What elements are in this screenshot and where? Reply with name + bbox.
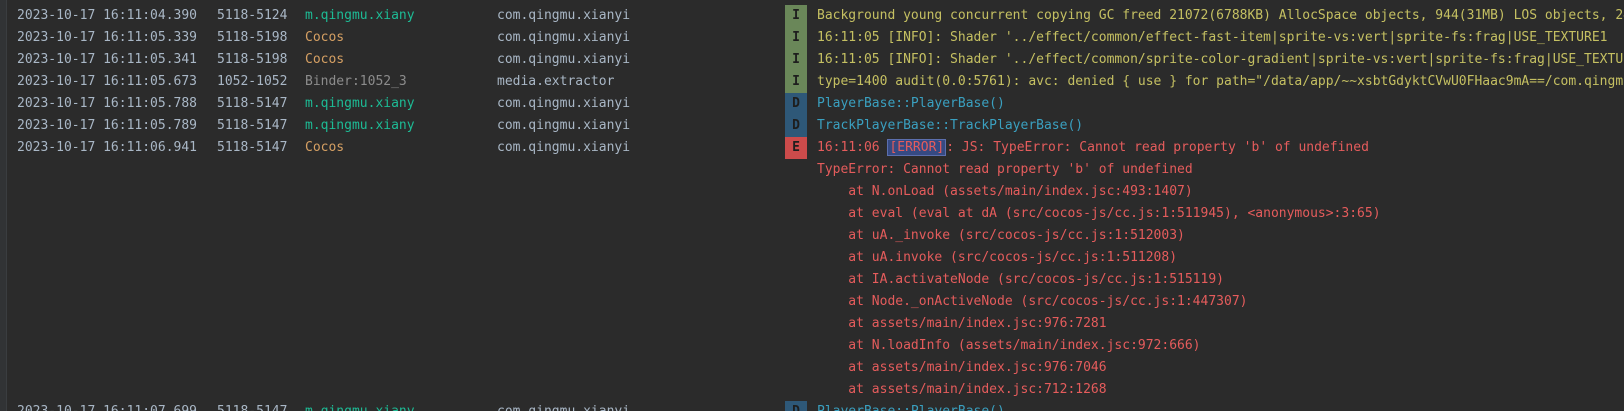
log-tag: Cocos bbox=[305, 30, 345, 45]
log-pid-tid: 1052-1052 bbox=[217, 74, 288, 89]
log-pid-tid: 5118-5147 bbox=[217, 96, 288, 111]
log-message: PlayerBase::PlayerBase() bbox=[817, 96, 1005, 111]
log-row[interactable]: 2023-10-17 16:11:05.789 5118-5147 m.qingmu… bbox=[0, 115, 1624, 137]
log-message: 16:11:05 [INFO]: Shader '../effect/commo… bbox=[817, 52, 1624, 67]
log-package: com.qingmu.xianyi bbox=[497, 52, 631, 67]
log-tag: Binder:1052_3 bbox=[305, 74, 407, 89]
log-package: com.qingmu.xianyi bbox=[497, 8, 631, 23]
stack-trace-line: at N.loadInfo (assets/main/index.jsc:972… bbox=[817, 338, 1201, 353]
log-level-badge: D bbox=[785, 401, 807, 411]
log-pid-tid: 5118-5198 bbox=[217, 52, 288, 67]
stack-trace-line: at assets/main/index.jsc:976:7281 bbox=[817, 316, 1107, 331]
logcat-panel[interactable]: 2023-10-17 16:11:04.390 5118-5124 m.qingmu… bbox=[0, 0, 1624, 411]
log-level-badge: I bbox=[785, 5, 807, 27]
log-level-badge: I bbox=[785, 27, 807, 49]
log-package: com.qingmu.xianyi bbox=[497, 401, 777, 411]
log-pid-tid: 5118-5124 bbox=[217, 8, 288, 23]
stack-trace-line: TypeError: Cannot read property 'b' of u… bbox=[817, 162, 1193, 177]
log-message: Background young concurrent copying GC f… bbox=[817, 8, 1624, 23]
stack-trace-line: at uA.invoke (src/cocos-js/cc.js:1:51120… bbox=[817, 250, 1178, 265]
log-row[interactable]: 2023-10-17 16:11:05.339 5118-5198 Cocos com… bbox=[0, 27, 1624, 49]
log-timestamp: 2023-10-17 16:11:06.941 bbox=[17, 140, 198, 155]
log-level-badge: I bbox=[785, 71, 807, 93]
log-message: type=1400 audit(0.0:5761): avc: denied {… bbox=[817, 74, 1624, 89]
stack-trace-line: at Node._onActiveNode (src/cocos-js/cc.j… bbox=[817, 294, 1248, 309]
log-message-text: : JS: TypeError: Cannot read property 'b… bbox=[946, 140, 1369, 155]
log-package: media.extractor bbox=[497, 74, 615, 89]
log-message: 16:11:05 [INFO]: Shader '../effect/commo… bbox=[817, 30, 1608, 45]
log-tag: Cocos bbox=[305, 52, 345, 67]
log-row[interactable]: 2023-10-17 16:11:06.941 5118-5147 Cocos com… bbox=[0, 137, 1624, 159]
log-tag: m.qingmu.xiany bbox=[305, 401, 490, 411]
log-tag: Cocos bbox=[305, 140, 345, 155]
log-timestamp: 2023-10-17 16:11:05.789 bbox=[17, 118, 198, 133]
stack-trace-line: at eval (eval at dA (src/cocos-js/cc.js:… bbox=[817, 206, 1381, 221]
log-message: TrackPlayerBase::TrackPlayerBase() bbox=[817, 118, 1084, 133]
log-timestamp: 2023-10-17 16:11:07.699 bbox=[17, 401, 212, 411]
stack-trace-line: at N.onLoad (assets/main/index.jsc:493:1… bbox=[817, 184, 1193, 199]
log-timestamp: 2023-10-17 16:11:05.341 bbox=[17, 52, 198, 67]
log-tag: m.qingmu.xiany bbox=[305, 8, 415, 23]
log-level-badge: D bbox=[785, 93, 807, 115]
log-pid-tid: 5118-5198 bbox=[217, 30, 288, 45]
log-row[interactable]: 2023-10-17 16:11:04.390 5118-5124 m.qingmu… bbox=[0, 5, 1624, 27]
log-level-badge: E bbox=[785, 137, 807, 159]
log-message: PlayerBase::PlayerBase() bbox=[817, 401, 1624, 411]
log-timestamp: 2023-10-17 16:11:05.673 bbox=[17, 74, 198, 89]
log-message: 16:11:06 [ERROR]: JS: TypeError: Cannot … bbox=[817, 137, 1624, 159]
log-row[interactable]: 2023-10-17 16:11:05.788 5118-5147 m.qingmu… bbox=[0, 93, 1624, 115]
stack-trace-line: at assets/main/index.jsc:712:1268 bbox=[817, 382, 1107, 397]
log-tag: m.qingmu.xiany bbox=[305, 118, 415, 133]
stack-trace-line: at IA.activateNode (src/cocos-js/cc.js:1… bbox=[817, 272, 1224, 287]
log-row[interactable]: 2023-10-17 16:11:05.341 5118-5198 Cocos com… bbox=[0, 49, 1624, 71]
log-level-badge: I bbox=[785, 49, 807, 71]
log-message-time: 16:11:06 bbox=[817, 140, 888, 155]
stack-trace-line: at assets/main/index.jsc:976:7046 bbox=[817, 360, 1107, 375]
log-timestamp: 2023-10-17 16:11:05.788 bbox=[17, 96, 198, 111]
log-pid-tid: 5118-5147 bbox=[217, 118, 288, 133]
log-package: com.qingmu.xianyi bbox=[497, 96, 631, 111]
log-row[interactable]: 2023-10-17 16:11:07.699 5118-5147 m.qingmu… bbox=[0, 401, 1624, 411]
log-package: com.qingmu.xianyi bbox=[497, 118, 631, 133]
log-timestamp: 2023-10-17 16:11:04.390 bbox=[17, 8, 198, 23]
log-timestamp: 2023-10-17 16:11:05.339 bbox=[17, 30, 198, 45]
log-package: com.qingmu.xianyi bbox=[497, 30, 631, 45]
log-pid-tid: 5118-5147 bbox=[217, 140, 288, 155]
log-package: com.qingmu.xianyi bbox=[497, 140, 631, 155]
log-row[interactable]: 2023-10-17 16:11:05.673 1052-1052 Binder:1… bbox=[0, 71, 1624, 93]
error-level-badge: [ERROR] bbox=[887, 139, 947, 156]
stack-trace-line: at uA._invoke (src/cocos-js/cc.js:1:5120… bbox=[817, 228, 1185, 243]
log-pid-tid: 5118-5147 bbox=[217, 401, 297, 411]
log-tag: m.qingmu.xiany bbox=[305, 96, 415, 111]
log-level-badge: D bbox=[785, 115, 807, 137]
